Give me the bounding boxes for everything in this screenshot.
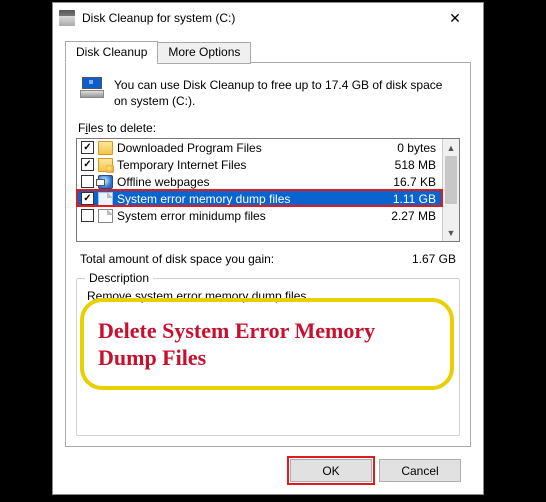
item-name: Downloaded Program Files [117, 141, 374, 155]
tab-strip: Disk Cleanup More Options [65, 41, 471, 63]
item-size: 1.11 GB [378, 192, 436, 206]
folder-icon [98, 141, 113, 155]
list-item[interactable]: Downloaded Program Files 0 bytes [77, 139, 442, 156]
drive-icon [78, 77, 106, 105]
close-icon: ✕ [449, 10, 461, 27]
file-icon [98, 192, 113, 206]
list-item[interactable]: Temporary Internet Files 518 MB [77, 156, 442, 173]
item-name: Temporary Internet Files [117, 158, 374, 172]
files-list-inner: Downloaded Program Files 0 bytes Tempora… [77, 139, 442, 241]
description-legend: Description [85, 271, 153, 285]
item-name: Offline webpages [117, 175, 374, 189]
summary-row: You can use Disk Cleanup to free up to 1… [78, 77, 458, 109]
checkbox[interactable] [81, 192, 94, 205]
annotation-text: Delete System Error Memory Dump Files [98, 317, 436, 372]
checkbox[interactable] [81, 158, 94, 171]
item-name: System error minidump files [117, 209, 374, 223]
tab-disk-cleanup[interactable]: Disk Cleanup [65, 41, 158, 63]
dialog-window: Disk Cleanup for system (C:) ✕ Disk Clea… [52, 2, 484, 495]
scroll-thumb[interactable] [445, 156, 457, 204]
scroll-up-button[interactable]: ▲ [443, 139, 459, 156]
checkbox[interactable] [81, 209, 94, 222]
tab-panel: You can use Disk Cleanup to free up to 1… [65, 62, 471, 447]
close-button[interactable]: ✕ [433, 4, 477, 32]
item-size: 2.27 MB [378, 209, 436, 223]
window-title: Disk Cleanup for system (C:) [82, 11, 433, 25]
item-size: 16.7 KB [378, 175, 436, 189]
item-size: 0 bytes [378, 141, 436, 155]
ok-button-wrap: OK [290, 459, 372, 482]
scroll-down-button[interactable]: ▼ [443, 224, 459, 241]
checkbox[interactable] [81, 141, 94, 154]
checkbox[interactable] [81, 175, 94, 188]
disk-cleanup-icon [59, 10, 75, 26]
files-listbox[interactable]: Downloaded Program Files 0 bytes Tempora… [76, 138, 460, 242]
list-item[interactable]: System error minidump files 2.27 MB [77, 207, 442, 224]
file-icon [98, 209, 113, 223]
locked-folder-icon [98, 158, 113, 172]
item-size: 518 MB [378, 158, 436, 172]
item-name: System error memory dump files [117, 192, 374, 206]
dialog-buttons: OK Cancel [65, 447, 471, 482]
globe-icon [98, 175, 113, 189]
list-item[interactable]: Offline webpages 16.7 KB [77, 173, 442, 190]
annotation-callout: Delete System Error Memory Dump Files [80, 298, 454, 390]
tab-more-options[interactable]: More Options [157, 42, 251, 64]
cancel-button[interactable]: Cancel [379, 459, 461, 482]
total-value: 1.67 GB [412, 252, 456, 266]
total-row: Total amount of disk space you gain: 1.6… [80, 252, 456, 266]
list-item[interactable]: System error memory dump files 1.11 GB [77, 190, 442, 207]
ok-button[interactable]: OK [290, 459, 372, 482]
total-label: Total amount of disk space you gain: [80, 252, 274, 266]
scrollbar[interactable]: ▲ ▼ [442, 139, 459, 241]
summary-text: You can use Disk Cleanup to free up to 1… [114, 77, 458, 109]
files-to-delete-label: Files to delete: [78, 121, 458, 135]
scroll-track[interactable] [443, 156, 459, 224]
titlebar[interactable]: Disk Cleanup for system (C:) ✕ [53, 3, 483, 33]
client-area: Disk Cleanup More Options You can use Di… [53, 33, 483, 494]
